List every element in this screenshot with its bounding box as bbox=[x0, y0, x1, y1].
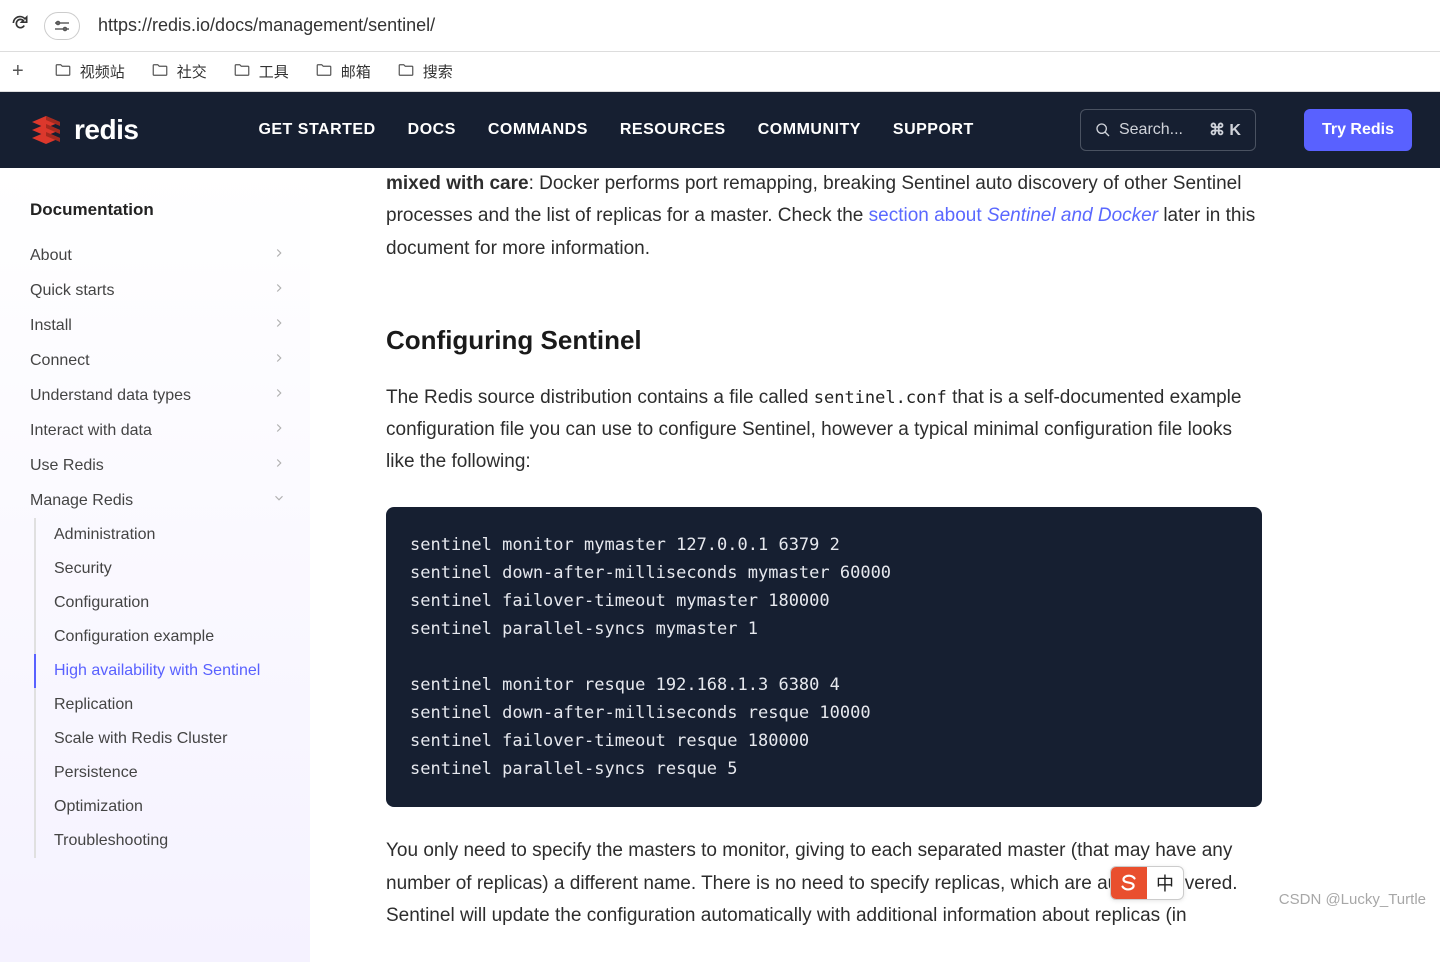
search-placeholder: Search... bbox=[1119, 121, 1183, 139]
nav-community[interactable]: COMMUNITY bbox=[758, 121, 861, 139]
add-bookmark-icon[interactable]: + bbox=[8, 60, 28, 83]
search-shortcut: ⌘ K bbox=[1209, 120, 1241, 140]
chevron-right-icon bbox=[272, 421, 286, 440]
bookmark-label: 邮箱 bbox=[341, 61, 371, 82]
nav-resources[interactable]: RESOURCES bbox=[620, 121, 726, 139]
sidebar-subitem-persistence[interactable]: Persistence bbox=[54, 756, 292, 790]
chevron-right-icon bbox=[272, 386, 286, 405]
bookmarks-bar: + 视频站 社交 工具 邮箱 搜索 bbox=[0, 52, 1440, 92]
browser-url-bar: https://redis.io/docs/management/sentine… bbox=[0, 0, 1440, 52]
sidebar-item-connect[interactable]: Connect bbox=[30, 343, 292, 378]
chevron-right-icon bbox=[272, 456, 286, 475]
sidebar-item-use-redis[interactable]: Use Redis bbox=[30, 448, 292, 483]
heading-configuring-sentinel: Configuring Sentinel bbox=[386, 325, 1262, 356]
logo-text: redis bbox=[74, 114, 138, 146]
nav-docs[interactable]: DOCS bbox=[408, 121, 456, 139]
code-block-sentinel-conf[interactable]: sentinel monitor mymaster 127.0.0.1 6379… bbox=[386, 507, 1262, 807]
try-redis-button[interactable]: Try Redis bbox=[1304, 109, 1412, 151]
paragraph-intro: The Redis source distribution contains a… bbox=[386, 382, 1262, 479]
watermark-text: CSDN @Lucky_Turtle bbox=[1279, 891, 1426, 908]
sidebar-item-about[interactable]: About bbox=[30, 238, 292, 273]
folder-icon bbox=[233, 61, 251, 83]
main-content: mixed with care: Docker performs port re… bbox=[310, 168, 1440, 962]
chevron-right-icon bbox=[272, 316, 286, 335]
nav-commands[interactable]: COMMANDS bbox=[488, 121, 588, 139]
sidebar-item-understand-data-types[interactable]: Understand data types bbox=[30, 378, 292, 413]
sidebar-subitem-administration[interactable]: Administration bbox=[54, 518, 292, 552]
sidebar-subitem-troubleshooting[interactable]: Troubleshooting bbox=[54, 824, 292, 858]
sidebar-item-manage-redis[interactable]: Manage Redis bbox=[30, 483, 292, 518]
site-settings-icon[interactable] bbox=[44, 12, 80, 40]
bookmark-folder[interactable]: 邮箱 bbox=[315, 61, 371, 83]
chevron-right-icon bbox=[272, 281, 286, 300]
sidebar-subitem-security[interactable]: Security bbox=[54, 552, 292, 586]
reload-icon[interactable] bbox=[10, 13, 30, 38]
url-text[interactable]: https://redis.io/docs/management/sentine… bbox=[94, 15, 1430, 36]
folder-icon bbox=[315, 61, 333, 83]
nav-support[interactable]: SUPPORT bbox=[893, 121, 974, 139]
ime-indicator[interactable]: 中 bbox=[1110, 866, 1184, 900]
sidebar-subitem-configuration-example[interactable]: Configuration example bbox=[54, 620, 292, 654]
chevron-right-icon bbox=[272, 351, 286, 370]
folder-icon bbox=[151, 61, 169, 83]
sidebar-subitem-optimization[interactable]: Optimization bbox=[54, 790, 292, 824]
bookmark-folder[interactable]: 搜索 bbox=[397, 61, 453, 83]
sidebar-item-install[interactable]: Install bbox=[30, 308, 292, 343]
sidebar-subitem-high-availability-with-sentinel[interactable]: High availability with Sentinel bbox=[54, 654, 292, 688]
bookmark-folder[interactable]: 工具 bbox=[233, 61, 289, 83]
sidebar-subitem-replication[interactable]: Replication bbox=[54, 688, 292, 722]
bookmark-label: 社交 bbox=[177, 61, 207, 82]
bookmark-label: 搜索 bbox=[423, 61, 453, 82]
link-sentinel-docker-section[interactable]: section about Sentinel and Docker bbox=[869, 205, 1158, 226]
folder-icon bbox=[54, 61, 72, 83]
sidebar-heading: Documentation bbox=[30, 200, 292, 220]
paragraph-docker-note: mixed with care: Docker performs port re… bbox=[386, 168, 1262, 265]
chevron-right-icon bbox=[272, 246, 286, 265]
chevron-down-icon bbox=[272, 491, 286, 510]
site-header: redis GET STARTED DOCS COMMANDS RESOURCE… bbox=[0, 92, 1440, 168]
sidebar-item-interact-with-data[interactable]: Interact with data bbox=[30, 413, 292, 448]
nav-links: GET STARTED DOCS COMMANDS RESOURCES COMM… bbox=[258, 121, 1046, 139]
bookmark-label: 工具 bbox=[259, 61, 289, 82]
ime-mode-label: 中 bbox=[1147, 867, 1183, 899]
folder-icon bbox=[397, 61, 415, 83]
bookmark-folder[interactable]: 社交 bbox=[151, 61, 207, 83]
sogou-logo-icon bbox=[1111, 867, 1147, 899]
bookmark-label: 视频站 bbox=[80, 61, 125, 82]
search-button[interactable]: Search... ⌘ K bbox=[1080, 109, 1256, 151]
redis-logo-icon bbox=[28, 112, 64, 148]
sidebar-item-quick-starts[interactable]: Quick starts bbox=[30, 273, 292, 308]
inline-code-sentinel-conf: sentinel.conf bbox=[814, 388, 947, 408]
sidebar-subitem-scale-with-redis-cluster[interactable]: Scale with Redis Cluster bbox=[54, 722, 292, 756]
logo[interactable]: redis bbox=[28, 112, 138, 148]
search-icon bbox=[1095, 122, 1111, 138]
nav-get-started[interactable]: GET STARTED bbox=[258, 121, 375, 139]
sidebar: Documentation AboutQuick startsInstallCo… bbox=[0, 168, 310, 962]
bookmark-folder[interactable]: 视频站 bbox=[54, 61, 125, 83]
sidebar-subitem-configuration[interactable]: Configuration bbox=[54, 586, 292, 620]
